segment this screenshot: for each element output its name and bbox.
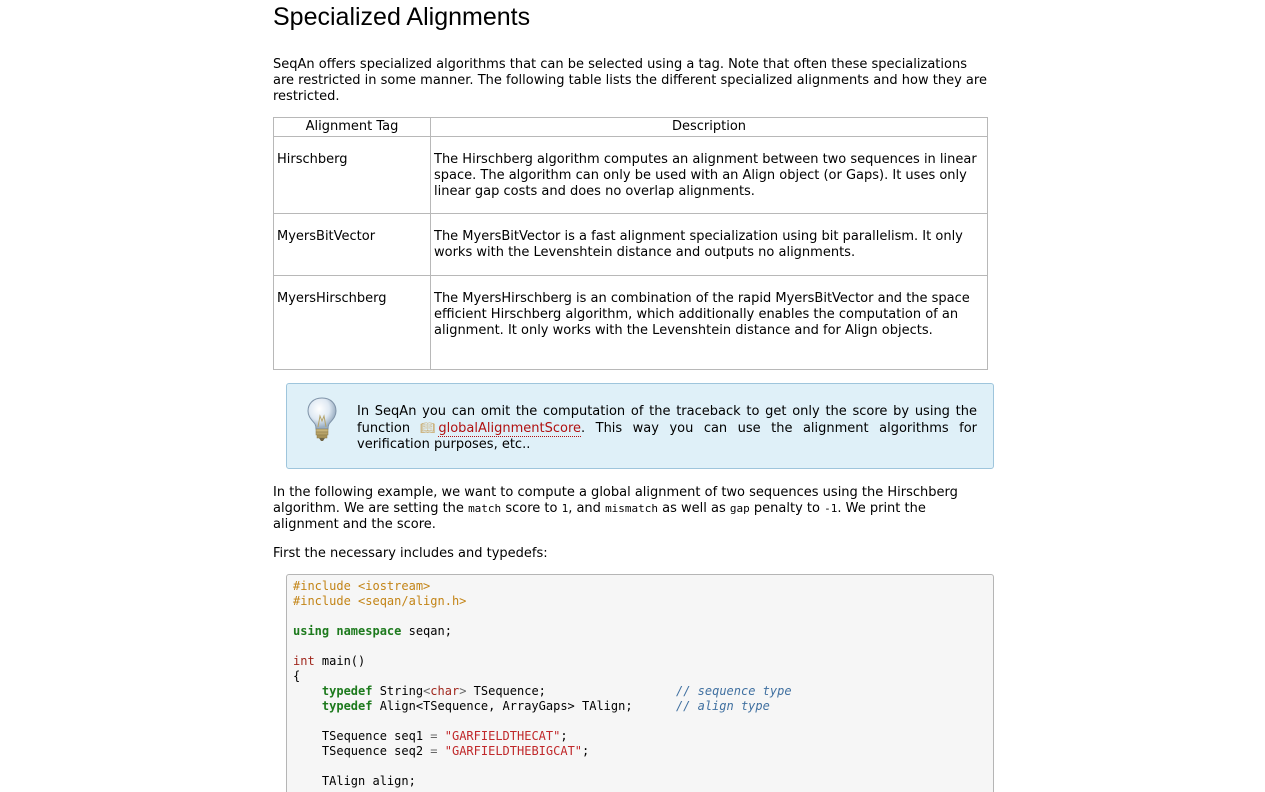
tip-text: In SeqAn you can omit the computation of… — [357, 404, 977, 452]
table-cell-description: The MyersBitVector is a fast alignment s… — [430, 213, 988, 276]
column-header-tag: Alignment Tag — [273, 117, 431, 137]
table-cell-tag: Hirschberg — [273, 136, 431, 214]
code-text: #include <iostream> #include <seqan/alig… — [293, 579, 792, 788]
global-alignment-score-link[interactable]: globalAlignmentScore — [438, 421, 582, 437]
table-cell-tag: MyersHirschberg — [273, 275, 431, 370]
intro-paragraph: SeqAn offers specialized algorithms that… — [273, 57, 987, 104]
tip-box: In SeqAn you can omit the computation of… — [286, 383, 994, 469]
includes-paragraph: First the necessary includes and typedef… — [273, 546, 548, 561]
code-block: #include <iostream> #include <seqan/alig… — [286, 574, 994, 792]
table-cell-description: The Hirschberg algorithm computes an ali… — [430, 136, 988, 214]
book-icon: 📖︎ — [420, 421, 436, 435]
example-paragraph: In the following example, we want to com… — [273, 485, 958, 532]
table-row: MyersBitVector The MyersBitVector is a f… — [273, 213, 988, 276]
column-header-description: Description — [430, 117, 988, 137]
specialized-alignments-table: Alignment Tag Description Hirschberg The… — [273, 117, 988, 370]
page-title: Specialized Alignments — [273, 3, 531, 31]
table-row: MyersHirschberg The MyersHirschberg is a… — [273, 275, 988, 370]
table-cell-description: The MyersHirschberg is an combination of… — [430, 275, 988, 370]
table-cell-tag: MyersBitVector — [273, 213, 431, 276]
table-row: Hirschberg The Hirschberg algorithm comp… — [273, 136, 988, 214]
lightbulb-icon — [307, 397, 337, 441]
